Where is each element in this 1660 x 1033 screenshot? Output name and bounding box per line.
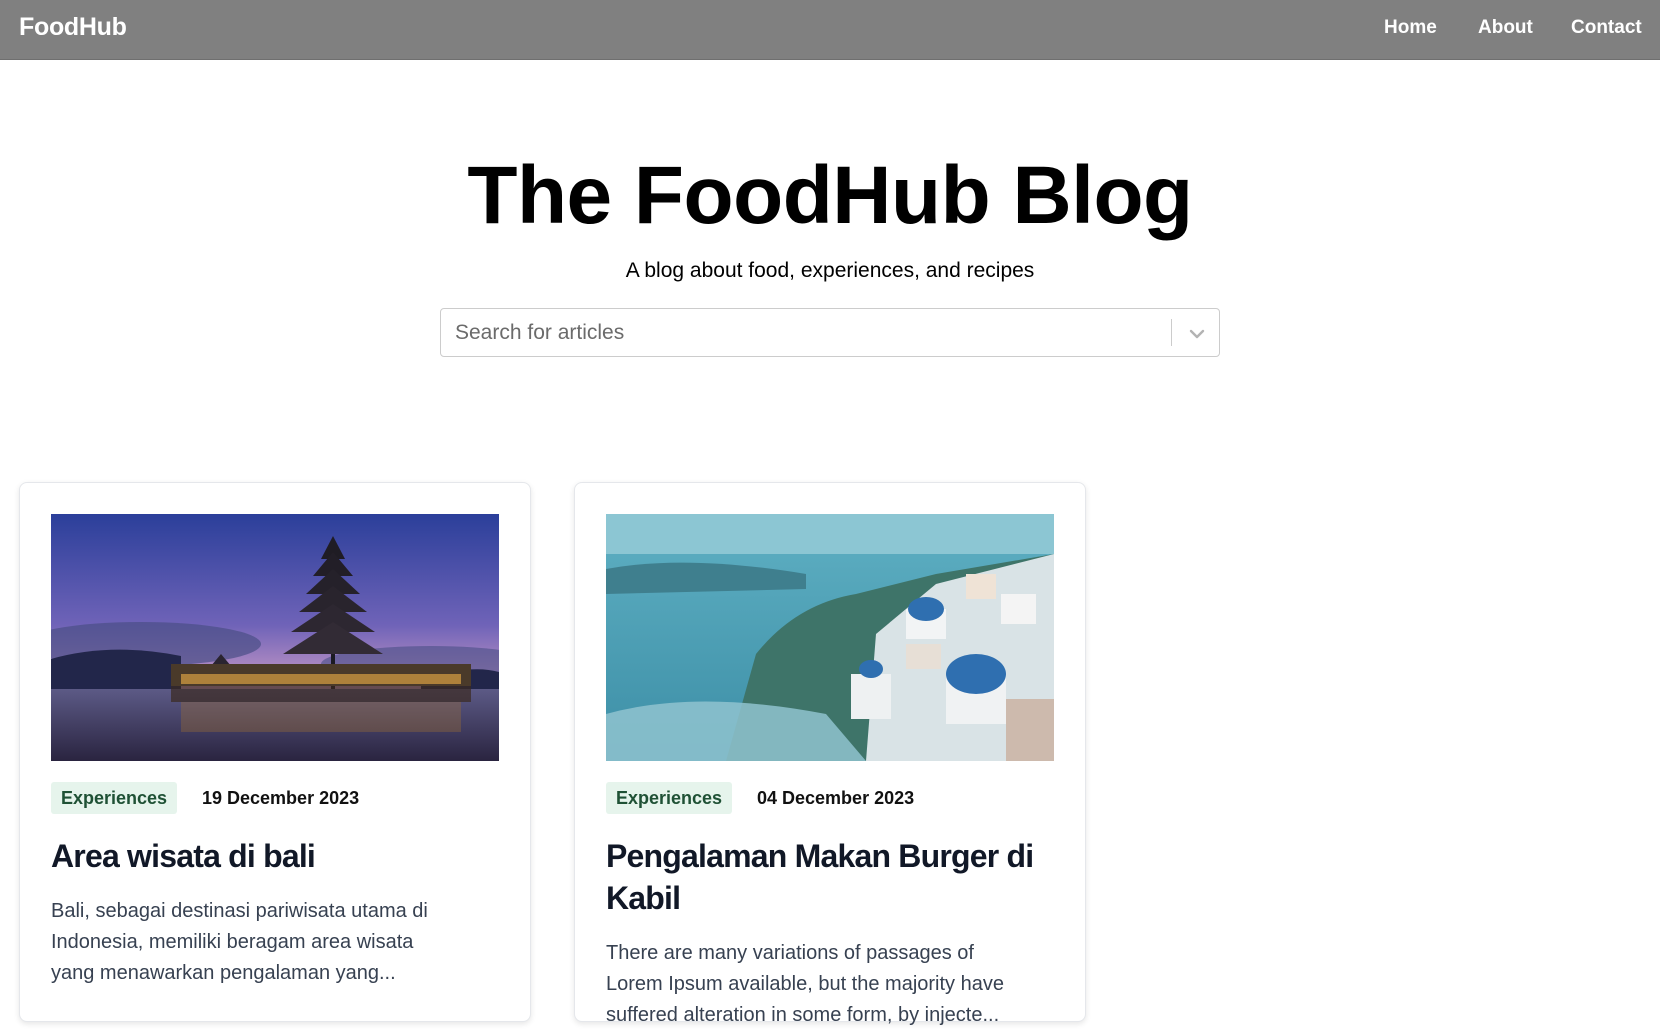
excerpt-line: Bali, sebagai destinasi pariwisata utama… xyxy=(51,900,428,922)
article-title[interactable]: Pengalaman Makan Burger di Kabil xyxy=(606,835,1066,919)
nav-link-home[interactable]: Home xyxy=(1384,17,1437,39)
article-card[interactable]: Experiences 04 December 2023 Pengalaman … xyxy=(574,482,1086,1026)
search-separator xyxy=(1171,319,1172,346)
excerpt-line: Indonesia, memiliki beragam area wisata xyxy=(51,931,414,953)
article-date: 19 December 2023 xyxy=(202,788,360,808)
article-excerpt: There are many variations of passages of… xyxy=(606,938,1046,1031)
nav-link-about[interactable]: About xyxy=(1478,17,1533,39)
excerpt-line: yang menawarkan pengalaman yang... xyxy=(51,962,396,984)
article-date: 04 December 2023 xyxy=(757,788,915,808)
page-subtitle: A blog about food, experiences, and reci… xyxy=(625,259,1035,282)
excerpt-line: suffered alteration in some form, by inj… xyxy=(606,1004,1000,1026)
excerpt-line: There are many variations of passages of xyxy=(606,942,974,964)
category-tag: Experiences xyxy=(606,782,733,814)
page-title: The FoodHub Blog xyxy=(467,150,1193,241)
brand-logo[interactable]: FoodHub xyxy=(19,13,127,42)
category-tag: Experiences xyxy=(51,782,178,814)
article-search-select[interactable] xyxy=(440,308,1220,357)
top-navbar: FoodHub Home About Contact xyxy=(0,0,1660,60)
excerpt-line: Lorem Ipsum available, but the majority … xyxy=(606,973,1004,995)
article-image-santorini[interactable] xyxy=(606,514,1054,761)
article-image-bali[interactable] xyxy=(51,514,499,761)
search-input[interactable] xyxy=(442,310,1162,355)
article-title[interactable]: Area wisata di bali xyxy=(51,835,511,877)
article-card[interactable]: Experiences 19 December 2023 Area wisata… xyxy=(19,482,531,1022)
article-excerpt: Bali, sebagai destinasi pariwisata utama… xyxy=(51,896,491,989)
chevron-down-icon[interactable] xyxy=(1184,321,1210,345)
nav-link-contact[interactable]: Contact xyxy=(1571,17,1642,39)
